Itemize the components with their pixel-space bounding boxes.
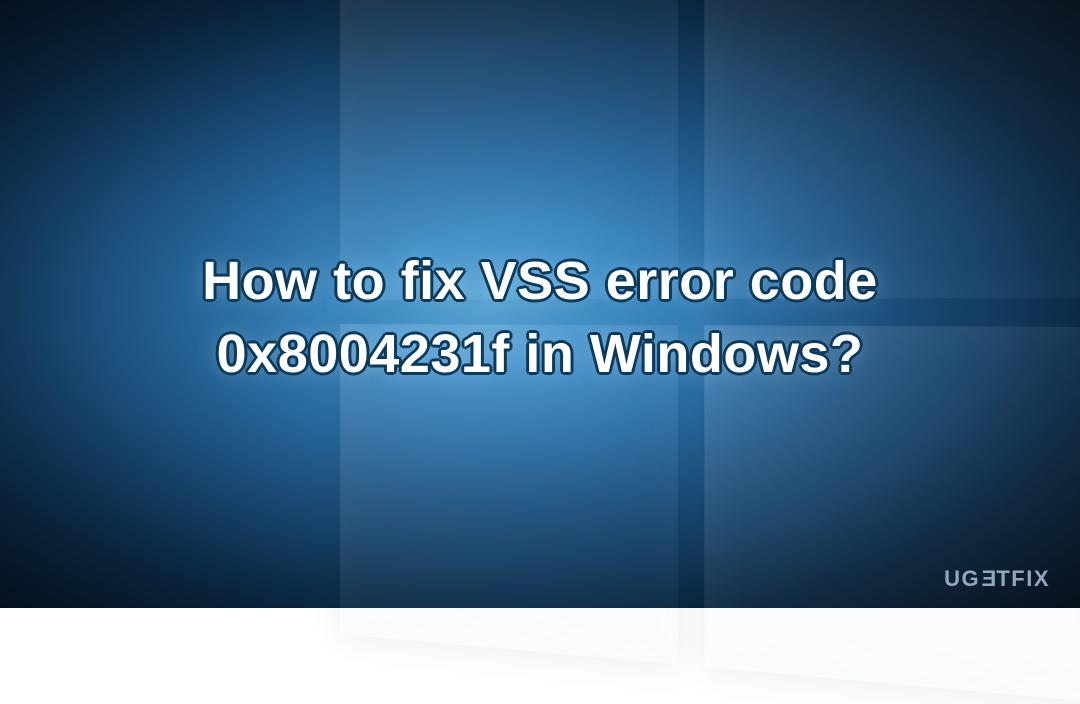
- watermark-logo: UGETFIX: [944, 566, 1050, 592]
- title-line-1: How to fix VSS error code: [202, 251, 878, 311]
- watermark-suffix: TFIX: [996, 566, 1050, 591]
- watermark-prefix: UG: [944, 566, 980, 591]
- article-title: How to fix VSS error code 0x8004231f in …: [0, 245, 1080, 391]
- title-line-2: 0x8004231f in Windows?: [217, 324, 864, 384]
- watermark-special-char: E: [980, 566, 996, 592]
